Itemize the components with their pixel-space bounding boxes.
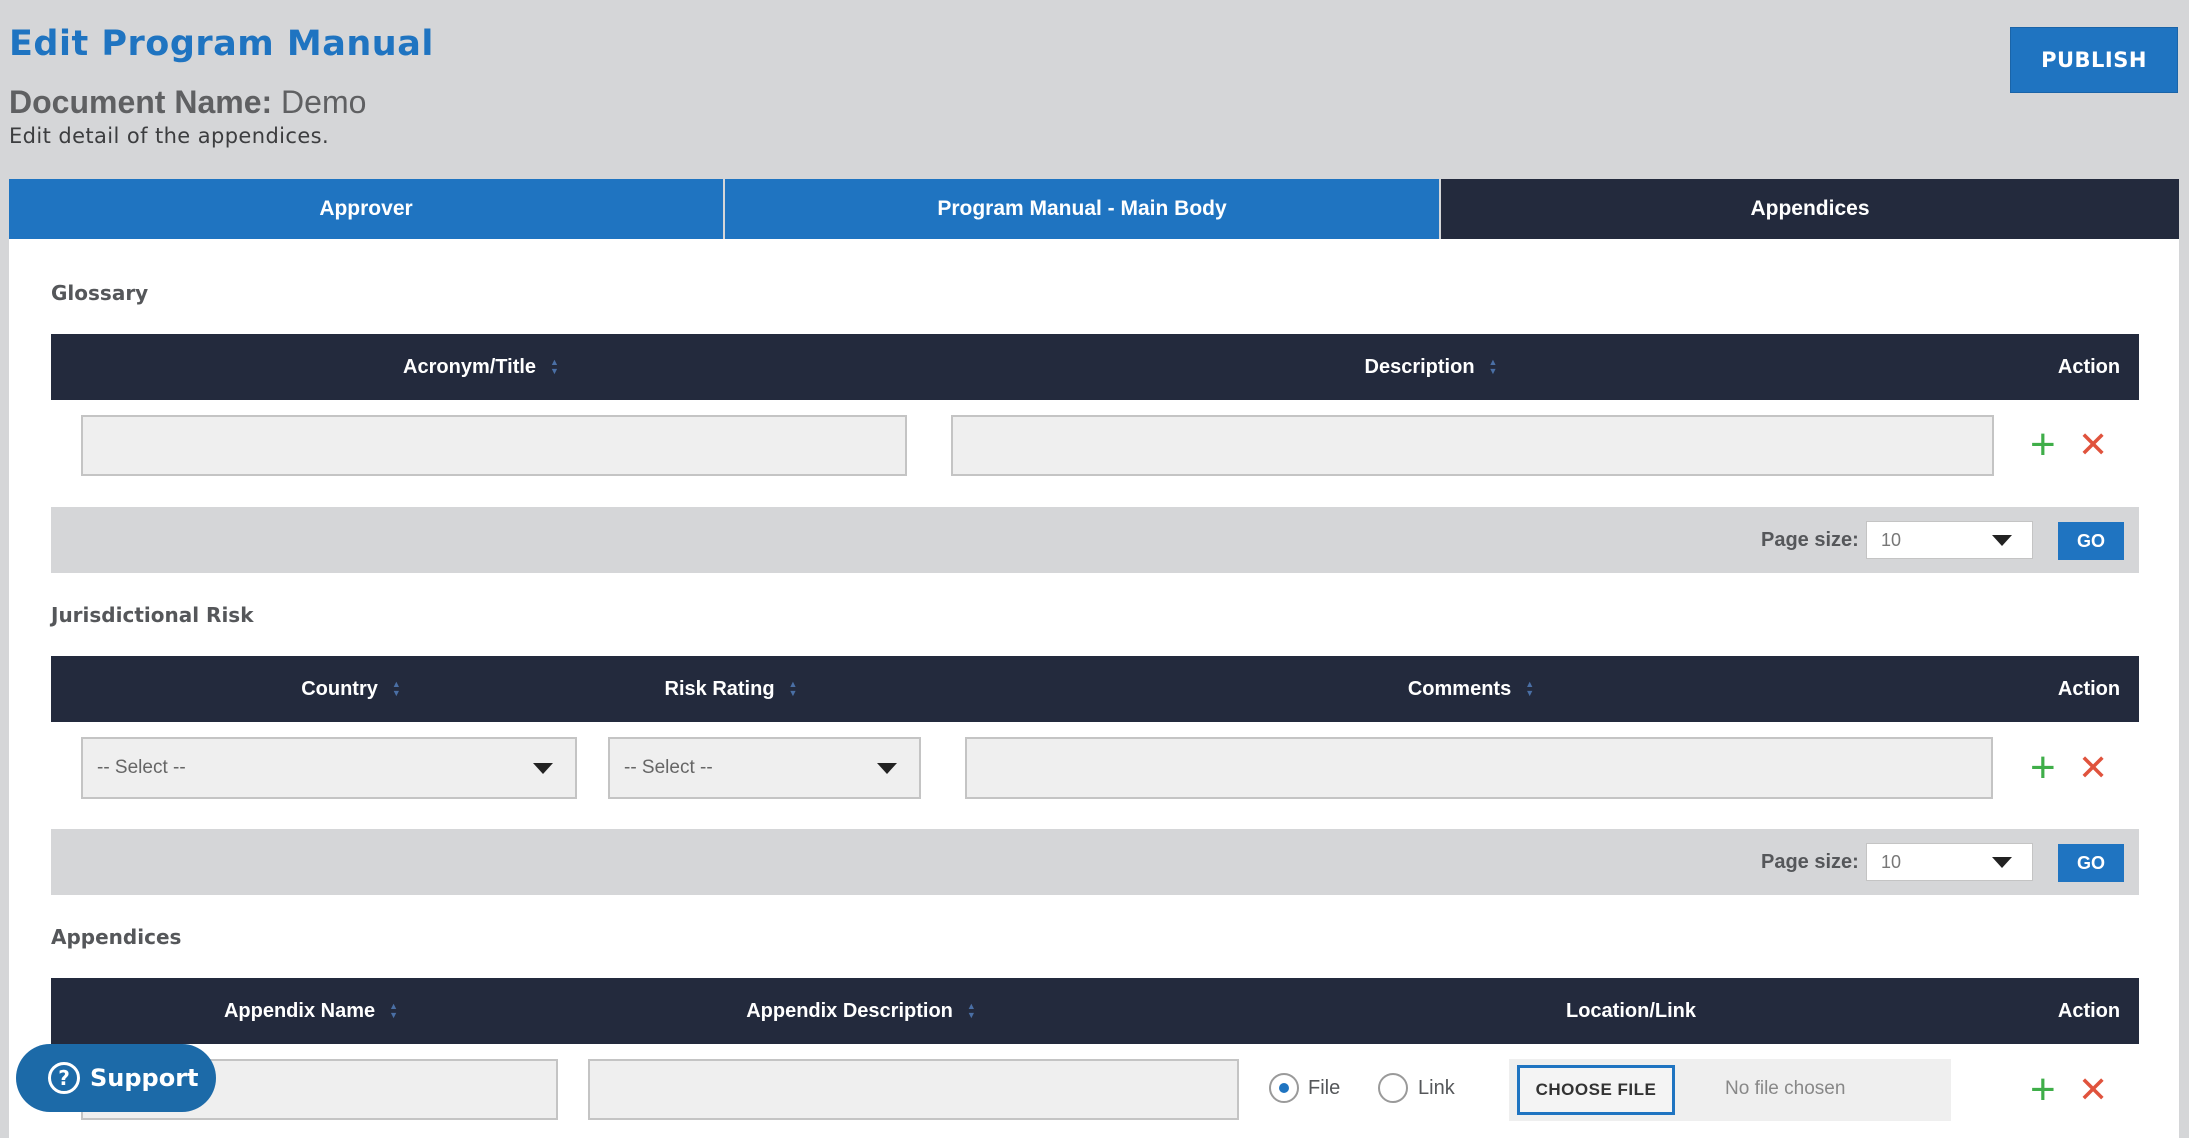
document-name-label: Document Name:	[9, 84, 273, 120]
add-icon[interactable]: +	[2030, 423, 2056, 467]
add-icon[interactable]: +	[2030, 746, 2056, 790]
tab-approver[interactable]: Approver	[9, 179, 723, 239]
go-button[interactable]: GO	[2058, 522, 2124, 560]
risk-rating-select[interactable]: -- Select --	[608, 737, 921, 799]
link-radio[interactable]	[1378, 1073, 1408, 1103]
page-size-label: Page size:	[1761, 851, 1859, 873]
choose-file-button[interactable]: CHOOSE FILE	[1517, 1065, 1675, 1115]
chevron-down-icon	[1992, 535, 2012, 546]
appendix-description-input[interactable]	[588, 1059, 1239, 1120]
sort-icon[interactable]: ▲ ▼	[1489, 358, 1498, 376]
tab-bar: Approver Program Manual - Main Body Appe…	[9, 179, 2179, 239]
jurisdictional-pager: Page size: 10 GO	[51, 829, 2139, 895]
country-select[interactable]: -- Select --	[81, 737, 577, 799]
support-label: Support	[90, 1064, 199, 1092]
column-label: Action	[2057, 677, 2121, 700]
glossary-pager: Page size: 10 GO	[51, 507, 2139, 573]
risk-rating-select-value: -- Select --	[624, 757, 713, 778]
column-label: Risk Rating	[664, 677, 775, 700]
page-size-value: 10	[1881, 851, 1902, 872]
page-size-select[interactable]: 10	[1866, 521, 2033, 559]
link-radio-label: Link	[1418, 1077, 1455, 1099]
sort-icon[interactable]: ▲ ▼	[550, 358, 559, 376]
appendices-table-header: Appendix Name ▲ ▼ Appendix Description ▲ ▼…	[51, 978, 2139, 1044]
column-action: Action	[2041, 978, 2137, 1044]
content-panel: Glossary Acronym/Title ▲ ▼ Description ▲ ▼…	[9, 239, 2179, 1138]
file-radio[interactable]	[1269, 1073, 1299, 1103]
remove-icon[interactable]: ✕	[2078, 750, 2108, 786]
page-subtitle: Edit detail of the appendices.	[9, 124, 330, 148]
column-comments[interactable]: Comments ▲ ▼	[951, 656, 1991, 722]
glossary-table-header: Acronym/Title ▲ ▼ Description ▲ ▼ Action	[51, 334, 2139, 400]
column-label: Appendix Name	[223, 999, 376, 1022]
column-label: Location/Link	[1566, 999, 1696, 1022]
column-location-link: Location/Link	[1451, 978, 1811, 1044]
sort-icon[interactable]: ▲ ▼	[789, 680, 798, 698]
column-country[interactable]: Country ▲ ▼	[51, 656, 651, 722]
column-label: Action	[2057, 999, 2121, 1022]
page-size-label: Page size:	[1761, 529, 1859, 551]
description-input[interactable]	[951, 415, 1994, 476]
file-radio-label: File	[1308, 1077, 1341, 1099]
column-acronym-title[interactable]: Acronym/Title ▲ ▼	[51, 334, 911, 400]
comments-input[interactable]	[965, 737, 1993, 799]
sort-icon[interactable]: ▲ ▼	[392, 680, 401, 698]
chevron-down-icon	[1992, 857, 2012, 868]
document-name-value: Demo	[281, 84, 367, 120]
sort-icon[interactable]: ▲ ▼	[389, 1002, 398, 1020]
page-size-select[interactable]: 10	[1866, 843, 2033, 881]
column-label: Description	[1364, 355, 1475, 378]
column-action: Action	[2041, 334, 2137, 400]
sort-icon[interactable]: ▲ ▼	[1525, 680, 1534, 698]
column-label: Country	[301, 677, 378, 700]
page-size-value: 10	[1881, 529, 1902, 550]
column-appendix-name[interactable]: Appendix Name ▲ ▼	[51, 978, 571, 1044]
chevron-down-icon	[533, 763, 553, 774]
column-description[interactable]: Description ▲ ▼	[911, 334, 1951, 400]
jurisdictional-risk-title: Jurisdictional Risk	[51, 603, 254, 627]
column-appendix-description[interactable]: Appendix Description ▲ ▼	[551, 978, 1171, 1044]
column-label: Action	[2057, 355, 2121, 378]
jurisdictional-table-header: Country ▲ ▼ Risk Rating ▲ ▼ Comments ▲ ▼ Ac…	[51, 656, 2139, 722]
remove-icon[interactable]: ✕	[2078, 1072, 2108, 1108]
page-title: Edit Program Manual	[9, 24, 434, 64]
appendices-title: Appendices	[51, 925, 182, 949]
column-risk-rating[interactable]: Risk Rating ▲ ▼	[571, 656, 891, 722]
tab-appendices[interactable]: Appendices	[1441, 179, 2179, 239]
document-name: Document Name: Demo	[9, 84, 366, 121]
add-icon[interactable]: +	[2030, 1068, 2056, 1112]
tab-program-manual-main-body[interactable]: Program Manual - Main Body	[725, 179, 1439, 239]
glossary-title: Glossary	[51, 281, 149, 305]
go-button[interactable]: GO	[2058, 844, 2124, 882]
chevron-down-icon	[877, 763, 897, 774]
help-icon: ?	[48, 1062, 80, 1094]
sort-icon[interactable]: ▲ ▼	[967, 1002, 976, 1020]
column-action: Action	[2041, 656, 2137, 722]
file-upload: CHOOSE FILE No file chosen	[1509, 1059, 1951, 1121]
remove-icon[interactable]: ✕	[2078, 427, 2108, 463]
support-button[interactable]: ? Support	[16, 1044, 216, 1112]
column-label: Comments	[1407, 677, 1512, 700]
acronym-title-input[interactable]	[81, 415, 907, 476]
file-status: No file chosen	[1725, 1078, 1846, 1099]
country-select-value: -- Select --	[97, 757, 186, 778]
column-label: Acronym/Title	[403, 355, 537, 378]
publish-button[interactable]: PUBLISH	[2010, 27, 2178, 93]
column-label: Appendix Description	[746, 999, 953, 1022]
